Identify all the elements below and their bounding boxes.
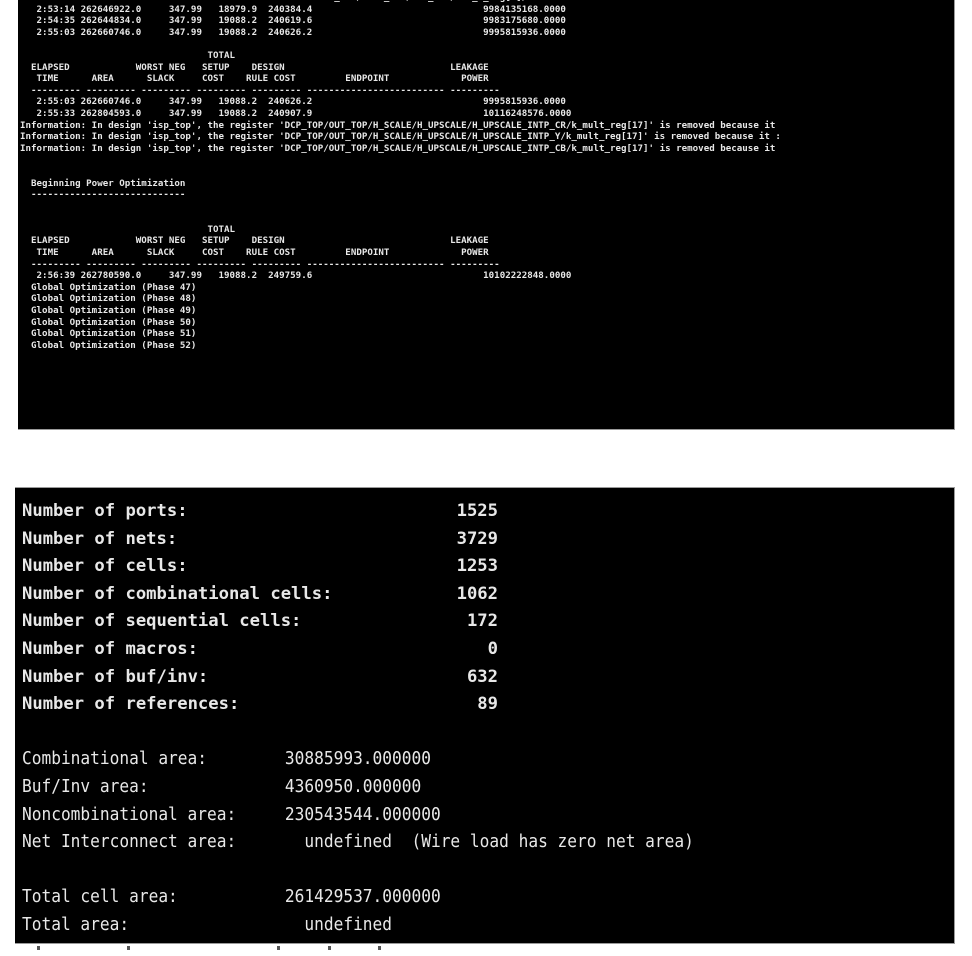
area-line: Net Interconnect area: undefined (Wire l… bbox=[22, 832, 694, 853]
bottom-terminal-window[interactable]: Number of ports: 1525 Number of nets: 372… bbox=[15, 487, 955, 944]
phase-line: Global Optimization (Phase 52) bbox=[20, 340, 197, 351]
info-message: Information: In design 'isp_top', the re… bbox=[20, 120, 776, 131]
count-line: Number of buf/inv: 632 bbox=[22, 666, 498, 687]
total-line: Total area: undefined bbox=[22, 914, 393, 935]
count-line: Number of references: 89 bbox=[22, 694, 498, 715]
log-line: 2:54:35 262644834.0 347.99 19088.2 24061… bbox=[20, 16, 566, 27]
table-header: ELAPSED WORST NEG SETUP DESIGN LEAKAGE bbox=[20, 62, 489, 73]
table-header-rule: --------- --------- --------- --------- … bbox=[20, 85, 500, 96]
count-line: Number of combinational cells: 1062 bbox=[22, 583, 498, 604]
log-line: 2:53:14 262646922.0 347.99 18979.9 24038… bbox=[20, 4, 566, 15]
table-row: 2:55:03 262660746.0 347.99 19088.2 24062… bbox=[20, 97, 566, 108]
count-line: Number of macros: 0 bbox=[22, 638, 498, 659]
section-rule: ---------------------------- bbox=[20, 190, 186, 201]
table-header: TIME AREA SLACK COST RULE COST ENDPOINT … bbox=[20, 248, 489, 259]
area-report: Combinational area: 30885993.000000 Buf/I… bbox=[22, 746, 954, 856]
table-header: TIME AREA SLACK COST RULE COST ENDPOINT … bbox=[20, 74, 489, 85]
phase-line: Global Optimization (Phase 47) bbox=[20, 282, 197, 293]
area-line: Noncombinational area: 230543544.000000 bbox=[22, 804, 441, 825]
phase-line: Global Optimization (Phase 48) bbox=[20, 294, 197, 305]
count-line: Number of nets: 3729 bbox=[22, 528, 498, 549]
info-message: Information: In design 'isp_top', the re… bbox=[20, 132, 781, 143]
count-line: Number of cells: 1253 bbox=[22, 556, 498, 577]
table-header: TOTAL bbox=[20, 50, 236, 61]
top-terminal-window[interactable]: 2:53:13 262646922.0 347.99 18979.9 24038… bbox=[18, 0, 955, 430]
phase-line: Global Optimization (Phase 50) bbox=[20, 317, 197, 328]
info-message: Information: In design 'isp_top', the re… bbox=[20, 143, 776, 154]
cut-off-text-fragment bbox=[15, 944, 955, 956]
table-row: 2:56:39 262780590.0 347.99 19088.2 24975… bbox=[20, 271, 572, 282]
phase-line: Global Optimization (Phase 51) bbox=[20, 329, 197, 340]
area-line: Buf/Inv area: 4360950.000000 bbox=[22, 776, 422, 797]
phase-line: Global Optimization (Phase 49) bbox=[20, 306, 197, 317]
table-row: 2:55:33 262804593.0 347.99 19088.2 24090… bbox=[20, 108, 572, 119]
count-line: Number of sequential cells: 172 bbox=[22, 611, 498, 632]
total-area-report: Total cell area: 261429537.000000 Total a… bbox=[22, 884, 954, 939]
log-line: 2:55:03 262660746.0 347.99 19088.2 24062… bbox=[20, 27, 566, 38]
table-header: TOTAL bbox=[20, 224, 236, 235]
table-header-rule: --------- --------- --------- --------- … bbox=[20, 259, 500, 270]
table-header: ELAPSED WORST NEG SETUP DESIGN LEAKAGE bbox=[20, 236, 489, 247]
section-title: Beginning Power Optimization bbox=[20, 178, 186, 189]
cell-count-report: Number of ports: 1525 Number of nets: 372… bbox=[22, 498, 954, 719]
area-line: Combinational area: 30885993.000000 bbox=[22, 749, 431, 770]
total-line: Total cell area: 261429537.000000 bbox=[22, 887, 441, 908]
count-line: Number of ports: 1525 bbox=[22, 501, 498, 521]
